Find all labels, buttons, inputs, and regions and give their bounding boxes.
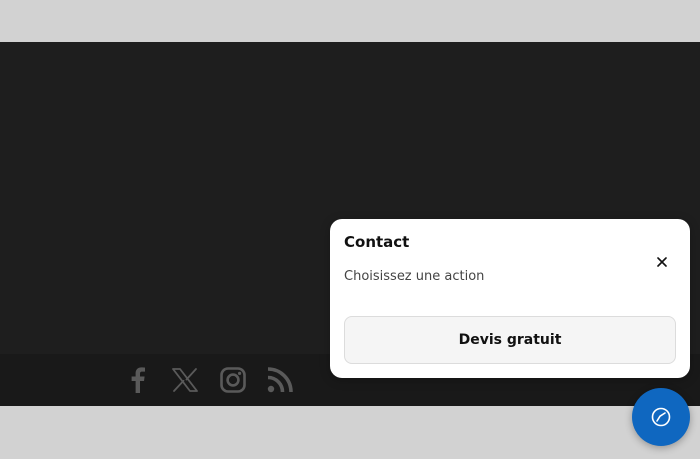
popup-title: Contact xyxy=(344,233,410,251)
top-band xyxy=(0,0,700,42)
rss-icon[interactable] xyxy=(266,354,294,406)
free-quote-button[interactable]: Devis gratuit xyxy=(344,316,676,364)
close-button[interactable] xyxy=(652,252,672,272)
x-icon[interactable] xyxy=(170,354,200,406)
instagram-icon[interactable] xyxy=(218,354,248,406)
page: Contact Choisissez une action Devis grat… xyxy=(0,0,700,459)
popup-subtitle: Choisissez une action xyxy=(344,269,485,284)
contact-popup: Contact Choisissez une action Devis grat… xyxy=(330,219,690,378)
compass-icon xyxy=(651,407,671,427)
bottom-band xyxy=(0,406,700,459)
facebook-icon[interactable] xyxy=(124,354,152,406)
contact-fab-button[interactable] xyxy=(632,388,690,446)
close-icon xyxy=(657,257,667,267)
